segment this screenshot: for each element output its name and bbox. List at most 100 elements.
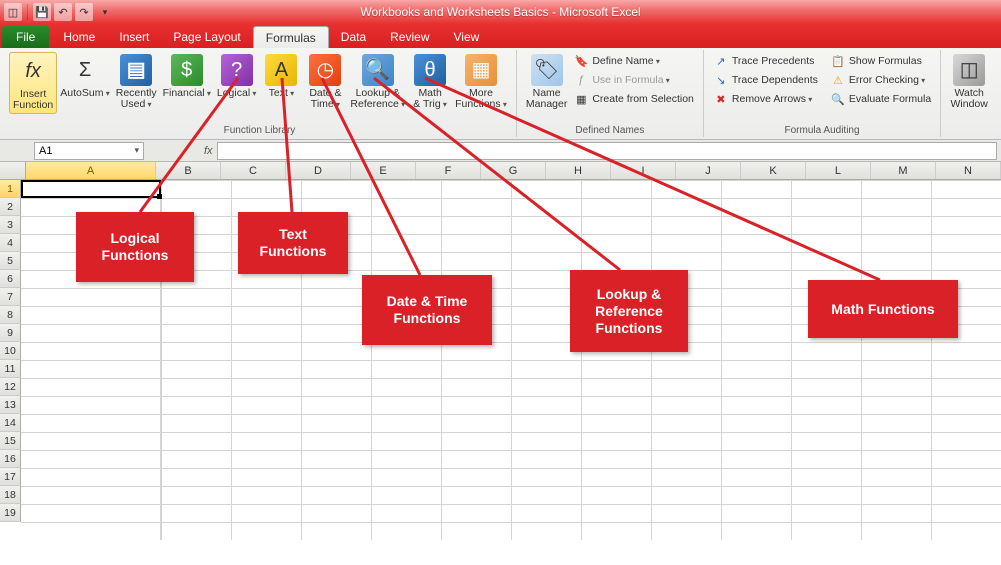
logical-icon: ? [221,54,253,86]
select-all-corner[interactable] [0,162,26,179]
fx-icon: fx [17,55,49,87]
col-header-g[interactable]: G [481,162,546,179]
row-header[interactable]: 2 [0,198,21,216]
group-watch: ◫ Watch Window [941,50,997,137]
col-header-k[interactable]: K [741,162,806,179]
tab-home[interactable]: Home [51,26,107,48]
formula-bar: A1 ▾ fx [0,140,1001,162]
financial-button[interactable]: $ Financial [160,52,214,101]
col-header-l[interactable]: L [806,162,871,179]
tab-file[interactable]: File [2,26,49,48]
show-formulas-button[interactable]: 📋 Show Formulas [827,52,934,70]
ribbon: fx Insert Function Σ AutoSum ▤ Recently … [0,48,1001,140]
row-header[interactable]: 18 [0,486,21,504]
spreadsheet-grid[interactable]: A B C D E F G H I J K L M N 1 2 3 4 5 6 … [0,162,1001,540]
row-headers: 1 2 3 4 5 6 7 8 9 10 11 12 13 14 15 16 1… [0,180,21,540]
arrow-down-right-icon: ↘ [713,72,729,88]
define-name-icon: 🔖 [573,53,589,69]
group-function-library: fx Insert Function Σ AutoSum ▤ Recently … [3,50,517,137]
active-cell[interactable] [21,180,161,198]
show-formulas-icon: 📋 [830,53,846,69]
lookup-icon: 🔍 [362,54,394,86]
trace-precedents-button[interactable]: ↗ Trace Precedents [710,52,821,70]
group-defined-names: 🏷 Name Manager 🔖 Define Name ƒ Use in Fo… [517,50,704,137]
column-headers: A B C D E F G H I J K L M N [0,162,1001,180]
name-manager-button[interactable]: 🏷 Name Manager [523,52,570,112]
more-functions-button[interactable]: ▦ More Functions [452,52,510,112]
row-header[interactable]: 16 [0,450,21,468]
save-icon[interactable]: 💾 [33,3,51,21]
create-from-selection-button[interactable]: ▦ Create from Selection [570,90,697,108]
row-header[interactable]: 11 [0,360,21,378]
row-header[interactable]: 10 [0,342,21,360]
row-header[interactable]: 6 [0,270,21,288]
row-header[interactable]: 1 [0,180,21,198]
trace-dependents-button[interactable]: ↘ Trace Dependents [710,71,821,89]
qat-dropdown-icon[interactable]: ▾ [96,3,114,21]
col-header-d[interactable]: D [286,162,351,179]
row-header[interactable]: 12 [0,378,21,396]
evaluate-formula-button[interactable]: 🔍 Evaluate Formula [827,90,934,108]
undo-icon[interactable]: ↶ [54,3,72,21]
quick-access-toolbar: ◫ 💾 ↶ ↷ ▾ [0,3,114,21]
book-icon: ▤ [120,54,152,86]
col-header-n[interactable]: N [936,162,1001,179]
col-header-m[interactable]: M [871,162,936,179]
use-in-formula-button[interactable]: ƒ Use in Formula [570,71,697,89]
excel-icon[interactable]: ◫ [4,3,22,21]
cells-area[interactable] [21,180,1001,540]
row-header[interactable]: 7 [0,288,21,306]
tab-data[interactable]: Data [329,26,378,48]
tag-icon: 🏷 [531,54,563,86]
redo-icon[interactable]: ↷ [75,3,93,21]
col-header-f[interactable]: F [416,162,481,179]
row-header[interactable]: 9 [0,324,21,342]
col-header-e[interactable]: E [351,162,416,179]
tab-formulas[interactable]: Formulas [253,26,329,48]
fx-label[interactable]: fx [204,145,213,157]
row-header[interactable]: 8 [0,306,21,324]
row-header[interactable]: 4 [0,234,21,252]
tab-view[interactable]: View [442,26,492,48]
tab-review[interactable]: Review [378,26,441,48]
more-icon: ▦ [465,54,497,86]
lookup-reference-button[interactable]: 🔍 Lookup & Reference [347,52,408,112]
group-label: Formula Auditing [710,125,934,137]
remove-icon: ✖ [713,91,729,107]
title-bar: ◫ 💾 ↶ ↷ ▾ Workbooks and Worksheets Basic… [0,0,1001,24]
col-header-j[interactable]: J [676,162,741,179]
window-title: Workbooks and Worksheets Basics - Micros… [360,5,640,19]
row-header[interactable]: 13 [0,396,21,414]
col-header-i[interactable]: I [611,162,676,179]
col-header-h[interactable]: H [546,162,611,179]
row-header[interactable]: 17 [0,468,21,486]
formula-input[interactable] [217,142,997,160]
logical-button[interactable]: ? Logical [214,52,260,101]
error-checking-button[interactable]: ⚠ Error Checking [827,71,934,89]
tab-insert[interactable]: Insert [107,26,161,48]
recently-used-button[interactable]: ▤ Recently Used [113,52,160,112]
watch-window-button[interactable]: ◫ Watch Window [947,52,991,112]
formula-icon: ƒ [573,72,589,88]
row-header[interactable]: 15 [0,432,21,450]
dropdown-icon[interactable]: ▾ [134,145,139,156]
col-header-c[interactable]: C [221,162,286,179]
magnify-icon: 🔍 [830,91,846,107]
name-box[interactable]: A1 ▾ [34,142,144,160]
row-header[interactable]: 3 [0,216,21,234]
text-button[interactable]: A Text [259,52,303,101]
date-time-button[interactable]: ◷ Date & Time [303,52,347,112]
row-header[interactable]: 5 [0,252,21,270]
tab-page-layout[interactable]: Page Layout [161,26,252,48]
theta-icon: θ [414,54,446,86]
row-header[interactable]: 19 [0,504,21,522]
remove-arrows-button[interactable]: ✖ Remove Arrows [710,90,821,108]
autosum-button[interactable]: Σ AutoSum [57,52,112,101]
row-header[interactable]: 14 [0,414,21,432]
col-header-b[interactable]: B [156,162,221,179]
col-header-a[interactable]: A [26,162,156,179]
define-name-button[interactable]: 🔖 Define Name [570,52,697,70]
insert-function-button[interactable]: fx Insert Function [9,52,57,114]
group-label: Defined Names [523,125,697,137]
math-trig-button[interactable]: θ Math & Trig [408,52,452,112]
